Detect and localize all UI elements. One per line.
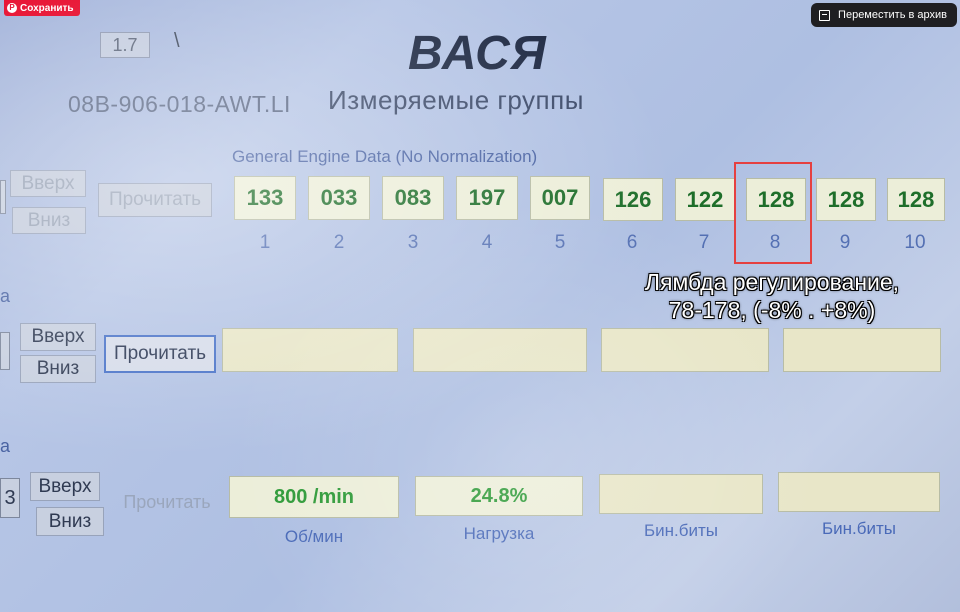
result-cell-rpm: 800 /min [229, 476, 399, 518]
field-index-3: 3 [407, 232, 419, 253]
value-cell-4: 197 [456, 176, 518, 220]
group1-up-button[interactable]: Вверх [10, 170, 86, 197]
group1-number-field[interactable] [0, 180, 6, 214]
group2-value-cell-2 [413, 328, 587, 372]
group1-read-button[interactable]: Прочитать [98, 183, 212, 217]
archive-icon [819, 9, 831, 21]
group2-down-button[interactable]: Вниз [20, 355, 96, 383]
controller-file-id: 08B-906-018-AWT.LI [68, 91, 291, 117]
save-label: Сохранить [20, 2, 74, 14]
unit-label-bin-2: Бин.биты [821, 519, 896, 538]
value-cell-5: 007 [530, 176, 590, 220]
value-cell-7: 122 [675, 178, 735, 221]
archive-label: Переместить в архив [838, 9, 947, 21]
group2-read-button[interactable]: Прочитать [104, 335, 216, 373]
group3-down-button[interactable]: Вниз [36, 507, 104, 536]
value-cell-6: 126 [603, 178, 663, 221]
field-index-4: 4 [481, 232, 493, 253]
result-cell-bin-1 [599, 474, 763, 514]
field-index-10: 10 [904, 232, 926, 253]
field-index-9: 9 [839, 232, 851, 253]
group3-up-button[interactable]: Вверх [30, 472, 100, 501]
group3-number-field[interactable]: 3 [0, 478, 20, 518]
move-to-archive-button[interactable]: Переместить в архив [811, 3, 957, 27]
value-cell-1: 133 [234, 176, 296, 220]
group3-label: а [0, 436, 11, 456]
group1-down-button[interactable]: Вниз [12, 207, 86, 234]
path-slash: \ [174, 30, 180, 52]
pinterest-save-button[interactable]: P Сохранить [4, 0, 80, 16]
version-field: 1.7 [100, 32, 150, 58]
group2-value-cell-1 [222, 328, 398, 372]
field-index-1: 1 [259, 232, 271, 253]
unit-label-bin-1: Бин.биты [643, 521, 718, 540]
result-cell-load: 24.8% [415, 476, 583, 516]
group-title: General Engine Data (No Normalization) [232, 147, 538, 166]
group3-read-button[interactable]: Прочитать [112, 485, 222, 519]
app-logo: ВАСЯ [408, 27, 547, 80]
value-cell-9: 128 [816, 178, 876, 221]
group2-up-button[interactable]: Вверх [20, 323, 96, 351]
lambda-annotation: Лямбда регулирование, 78-178, (-8% . +8%… [600, 268, 944, 324]
field-index-2: 2 [333, 232, 345, 253]
annotation-line-2: 78-178, (-8% . +8%) [668, 297, 876, 323]
group2-label: а [0, 286, 11, 306]
value-cell-3: 083 [382, 176, 444, 220]
field-index-6: 6 [626, 232, 638, 253]
page-title: Измеряемые группы [328, 85, 584, 115]
group2-value-cell-4 [783, 328, 941, 372]
value-cell-2: 033 [308, 176, 370, 220]
unit-label-rpm: Об/мин [284, 527, 344, 546]
annotation-line-1: Лямбда регулирование, [644, 269, 900, 295]
field-index-7: 7 [698, 232, 710, 253]
value-cell-10: 128 [887, 178, 945, 221]
field-index-5: 5 [554, 232, 566, 253]
unit-label-load: Нагрузка [463, 524, 535, 543]
group2-value-cell-3 [601, 328, 769, 372]
pin-icon: P [7, 3, 17, 13]
result-cell-bin-2 [778, 472, 940, 512]
highlight-frame [734, 162, 812, 264]
group2-number-field[interactable] [0, 332, 10, 370]
